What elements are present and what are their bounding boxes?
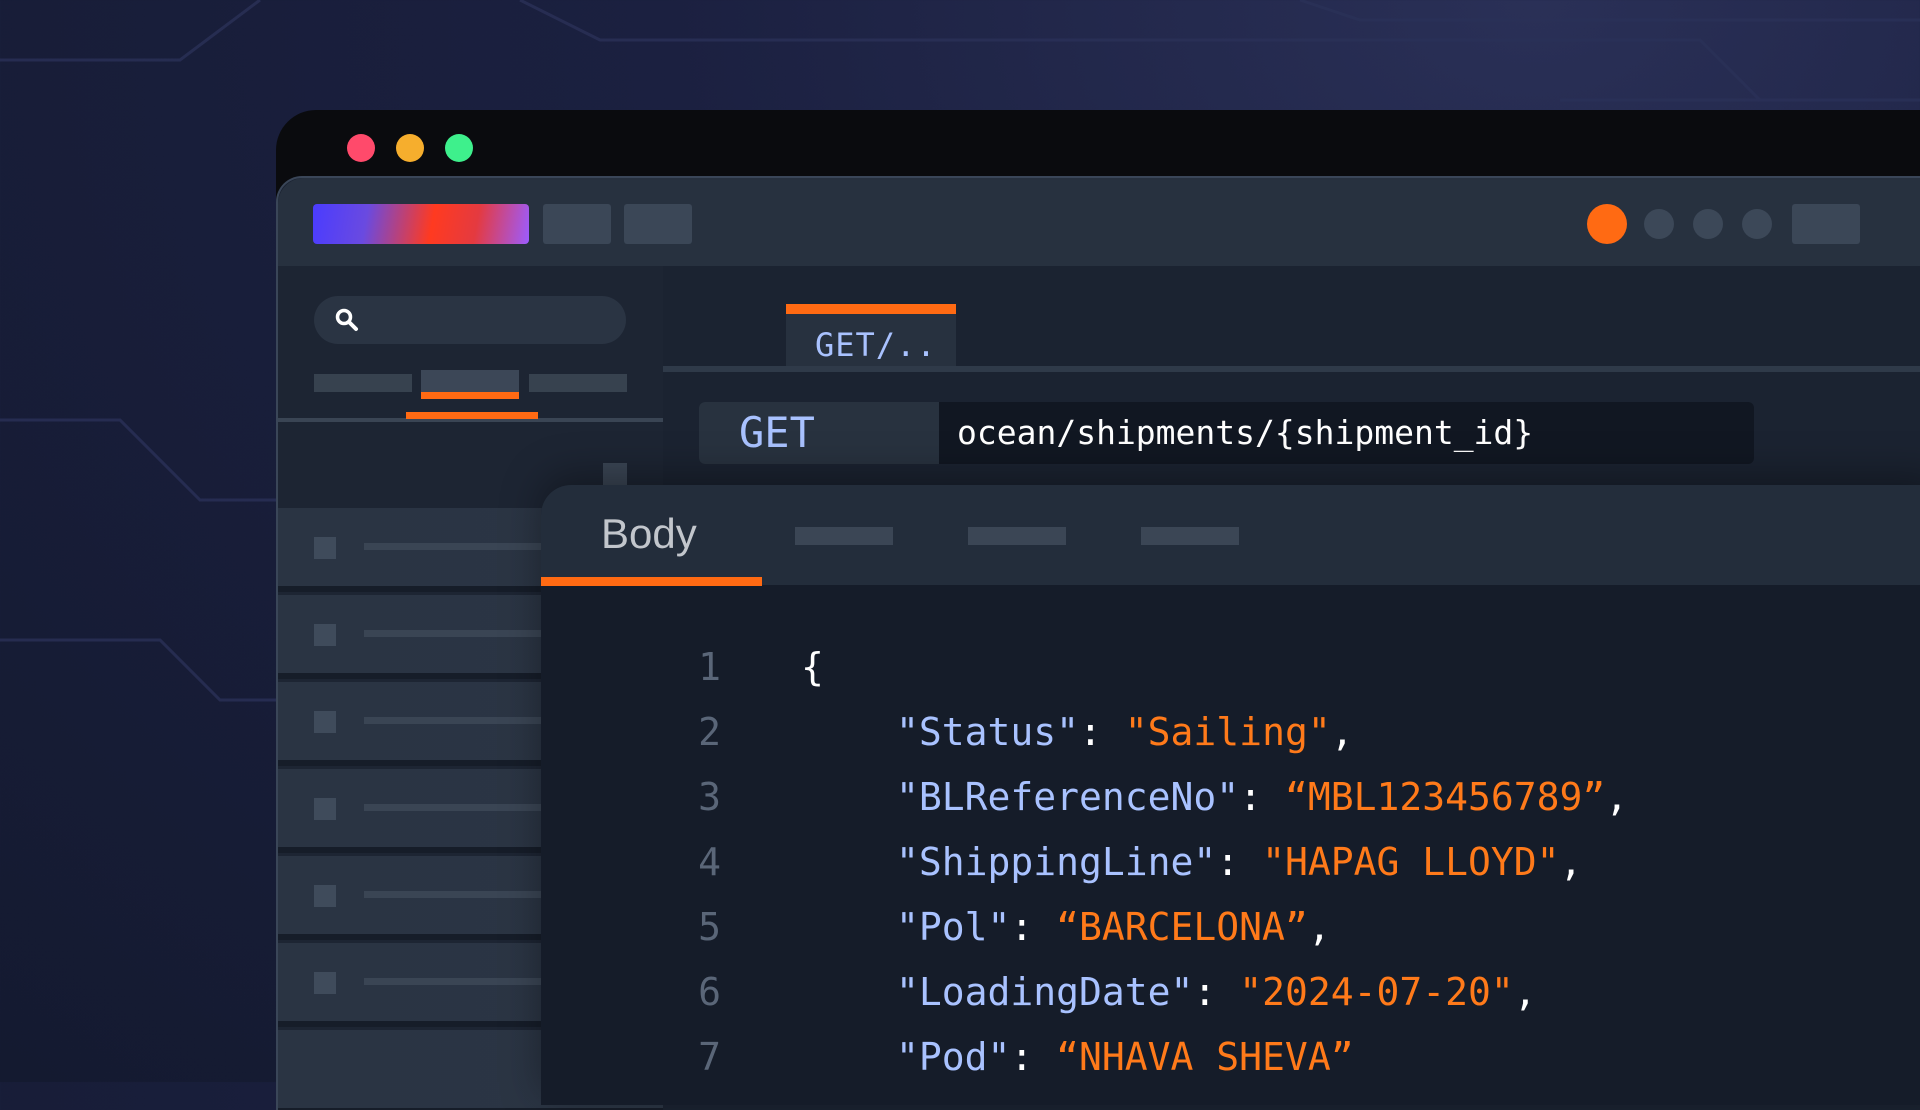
json-key: "LoadingDate" [896, 970, 1194, 1014]
sidebar-tab-3[interactable] [529, 374, 627, 392]
sidebar-collapse-icon[interactable] [603, 463, 627, 485]
code-line: "Status": "Sailing", [896, 710, 1354, 754]
json-comma: , [1330, 710, 1354, 754]
sidebar-active-marker [406, 412, 538, 419]
line-number: 5 [698, 905, 721, 949]
code-editor[interactable]: 1 { 2 "Status": "Sailing", 3 "BLReferenc… [541, 585, 1920, 1105]
close-window-button[interactable] [347, 134, 375, 162]
sidebar-tab-active-indicator [421, 392, 519, 399]
code-line: "BLReferenceNo": “MBL123456789”, [896, 775, 1628, 819]
request-tab[interactable]: GET/.. [786, 304, 956, 367]
brand-logo [313, 204, 529, 244]
line-number: 6 [698, 970, 721, 1014]
json-sep: : [1010, 1035, 1057, 1079]
open-brace: { [801, 645, 824, 689]
sidebar-tab-1[interactable] [314, 374, 412, 392]
url-input[interactable]: ocean/shipments/{shipment_id} [957, 402, 1533, 464]
json-key: "ShippingLine" [896, 840, 1217, 884]
line-number: 7 [698, 1035, 721, 1079]
response-panel: Body 1 { 2 "Status": "Sailing", 3 "BLRef… [541, 485, 1920, 1105]
tab-divider [663, 366, 1920, 372]
search-input[interactable] [314, 296, 626, 344]
item-checkbox[interactable] [314, 885, 336, 907]
toolbar-button-1[interactable] [543, 204, 611, 244]
method-select[interactable]: GET [699, 402, 939, 464]
line-number: 3 [698, 775, 721, 819]
code-line: "Pod": “NHAVA SHEVA” [896, 1035, 1354, 1079]
json-key: "Pod" [896, 1035, 1011, 1079]
code-line: "Pol": “BARCELONA”, [896, 905, 1331, 949]
sidebar-tab-2[interactable] [421, 370, 519, 392]
json-value: "HAPAG LLOYD" [1262, 840, 1560, 884]
line-number: 2 [698, 710, 721, 754]
json-value: "Sailing" [1124, 710, 1331, 754]
json-comma: , [1513, 970, 1537, 1014]
request-tab-indicator [786, 304, 956, 314]
json-sep: : [1216, 840, 1263, 884]
panel-tab-2[interactable] [795, 527, 893, 545]
json-value: “NHAVA SHEVA” [1056, 1035, 1354, 1079]
minimize-window-button[interactable] [396, 134, 424, 162]
item-checkbox[interactable] [314, 624, 336, 646]
json-key: "BLReferenceNo" [896, 775, 1240, 819]
toolbar-button-right[interactable] [1792, 204, 1860, 244]
item-checkbox[interactable] [314, 537, 336, 559]
json-sep: : [1193, 970, 1240, 1014]
status-dot[interactable] [1742, 209, 1772, 239]
item-checkbox[interactable] [314, 711, 336, 733]
code-line: { [801, 645, 824, 689]
status-dot-active[interactable] [1587, 204, 1627, 244]
json-value: “MBL123456789” [1284, 775, 1606, 819]
search-icon [335, 308, 358, 331]
status-dot[interactable] [1644, 209, 1674, 239]
panel-tab-4[interactable] [1141, 527, 1239, 545]
json-key: "Status" [896, 710, 1080, 754]
line-number: 4 [698, 840, 721, 884]
json-sep: : [1079, 710, 1125, 754]
item-checkbox[interactable] [314, 972, 336, 994]
toolbar-button-2[interactable] [624, 204, 692, 244]
json-value: “BARCELONA” [1056, 905, 1308, 949]
json-sep: : [1010, 905, 1057, 949]
tab-body[interactable]: Body [601, 510, 697, 558]
url-bar: GET ocean/shipments/{shipment_id} [699, 402, 1754, 464]
panel-tabs: Body [541, 485, 1920, 586]
request-tab-label: GET/.. [815, 326, 937, 364]
json-comma: , [1559, 840, 1583, 884]
line-number: 1 [698, 645, 721, 689]
code-line: "LoadingDate": "2024-07-20", [896, 970, 1537, 1014]
json-comma: , [1307, 905, 1331, 949]
json-key: "Pol" [896, 905, 1011, 949]
zoom-window-button[interactable] [445, 134, 473, 162]
json-value: "2024-07-20" [1239, 970, 1514, 1014]
top-toolbar [278, 178, 1920, 266]
panel-tab-3[interactable] [968, 527, 1066, 545]
status-dot[interactable] [1693, 209, 1723, 239]
method-label: GET [739, 408, 815, 457]
json-sep: : [1239, 775, 1285, 819]
code-line: "ShippingLine": "HAPAG LLOYD", [896, 840, 1582, 884]
item-checkbox[interactable] [314, 798, 336, 820]
json-comma: , [1605, 775, 1629, 819]
